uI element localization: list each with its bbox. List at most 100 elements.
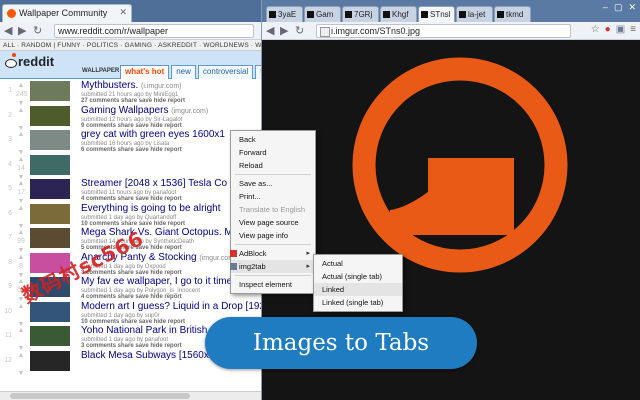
tab-title: Wallpaper Community <box>19 8 108 18</box>
reddit-logo[interactable]: reddit <box>18 54 54 69</box>
post-thumbnail[interactable] <box>30 154 70 175</box>
post-score: 17 <box>17 189 25 196</box>
close-tab-icon[interactable]: ✕ <box>119 7 127 18</box>
post-title[interactable]: Mega Shark Vs. Giant Octopus. Me <box>81 227 238 238</box>
left-toolbar: ◀ ▶ ↻ www.reddit.com/r/wallpaper <box>0 22 261 40</box>
menu-separator <box>235 275 311 276</box>
img2tab-submenu: Actual Actual (single tab) Linked Linked (s… <box>313 254 403 312</box>
minimize-button[interactable]: – <box>603 2 608 13</box>
menu-item[interactable]: img2tab ▸ <box>230 260 315 273</box>
menu-item[interactable]: Save as... <box>231 177 315 190</box>
post-rank: 12 <box>4 356 12 364</box>
subreddit-bar[interactable]: ALL · RANDOM | FUNNY · POLITICS · GAMING… <box>0 40 261 51</box>
menu-item[interactable]: View page source <box>231 216 315 229</box>
post-thumbnail[interactable] <box>30 179 70 199</box>
context-menu: Back Forward Reload Save as... Print... Trans… <box>230 130 316 294</box>
submenu-item[interactable]: Linked (single tab) <box>314 296 402 309</box>
tab-wallpaper-community[interactable]: Wallpaper Community ✕ <box>2 4 132 22</box>
forward-icon[interactable]: ▶ <box>18 24 26 37</box>
reload-icon[interactable]: ↻ <box>295 24 304 37</box>
tab-top[interactable]: top <box>255 65 261 79</box>
post-thumbnail[interactable] <box>30 105 70 126</box>
browser-tab[interactable]: 3yaE <box>266 6 303 22</box>
browser-tab[interactable]: STnsl <box>418 6 455 22</box>
post-thumbnail[interactable] <box>30 130 70 150</box>
close-window-button[interactable]: ✕ <box>628 2 636 13</box>
adblock-icon[interactable]: ● <box>605 24 611 35</box>
menu-item[interactable]: Reload <box>231 159 315 172</box>
reddit-header: reddit WALLPAPER what's hot new controve… <box>0 51 261 79</box>
submenu-item[interactable]: Actual (single tab) <box>314 270 402 283</box>
reload-icon[interactable]: ↻ <box>33 24 42 37</box>
post-rank: 5 <box>8 185 12 192</box>
menu-item[interactable]: Inspect element <box>231 278 315 291</box>
toolbar-icons: ☆ ● ▣ ≡ <box>591 24 636 35</box>
back-icon[interactable]: ◀ <box>266 24 274 37</box>
post-title[interactable]: grey cat with green eyes 1600x1 <box>81 129 225 140</box>
menu-icon[interactable]: ≡ <box>630 24 636 35</box>
menu-item: Translate to English <box>239 205 306 214</box>
vote-arrows[interactable]: ▲ ▼ <box>16 351 26 378</box>
post-rank: 7 <box>8 234 12 241</box>
subreddit-name[interactable]: WALLPAPER <box>82 68 119 74</box>
browser-tab[interactable]: tkmd <box>494 6 531 22</box>
menu-item[interactable]: AdBlock ▸ <box>230 247 315 260</box>
forward-icon[interactable]: ▶ <box>280 24 288 37</box>
menu-item[interactable]: Back <box>231 133 315 146</box>
submenu-item[interactable]: Linked <box>314 283 402 296</box>
post-domain: (i.imgur.com) <box>141 83 182 90</box>
post-thumbnail[interactable] <box>30 350 70 371</box>
post-title[interactable]: Gaming Wallpapers (imgur.com) <box>81 105 208 116</box>
address-bar[interactable]: i.imgur.com/STns0.jpg <box>316 24 571 38</box>
right-toolbar: ◀ ▶ ↻ i.imgur.com/STns0.jpg ☆ ● ▣ ≡ <box>262 22 640 40</box>
address-bar[interactable]: www.reddit.com/r/wallpaper <box>54 24 254 38</box>
menu-separator <box>235 174 311 175</box>
post-rank: 10 <box>4 307 12 315</box>
tab-controversial[interactable]: controversial <box>197 65 254 79</box>
post-thumbnail[interactable] <box>30 326 70 346</box>
reddit-alien-icon[interactable] <box>4 53 18 73</box>
post-rank: 3 <box>8 136 12 143</box>
maximize-button[interactable]: ▢ <box>614 2 623 13</box>
tab-new[interactable]: new <box>171 65 196 79</box>
submenu-arrow-icon: ▸ <box>306 263 310 270</box>
back-icon[interactable]: ◀ <box>4 24 12 37</box>
browser-tab[interactable]: Khgf <box>380 6 417 22</box>
window-controls: – ▢ ✕ <box>603 2 636 13</box>
menu-item[interactable]: View page info <box>231 229 315 242</box>
post-title[interactable]: Everything is going to be alright <box>81 203 221 214</box>
submenu-arrow-icon: ▸ <box>306 250 310 257</box>
menu-item[interactable]: Print... <box>231 190 315 203</box>
post-row: 5 ▲ 17 ▼ Streamer [2048 x 1536] Tesla Co sub… <box>0 177 261 205</box>
feature-banner: Images to Tabs <box>205 317 477 369</box>
tab-hot[interactable]: what's hot <box>120 65 170 79</box>
star-icon[interactable]: ☆ <box>591 24 600 35</box>
post-score: 8 <box>19 262 23 270</box>
post-rank: 1 <box>8 87 12 94</box>
browser-tab[interactable]: 7GRj <box>342 6 379 22</box>
post-title[interactable]: Mythbusters. (i.imgur.com) <box>81 80 181 91</box>
post-score: 99 <box>17 238 25 245</box>
post-rank: 2 <box>8 111 12 119</box>
horizontal-scrollbar[interactable] <box>0 391 261 400</box>
post-rank: 9 <box>8 283 12 290</box>
post-thumbnail[interactable] <box>30 81 70 101</box>
post-rank: 6 <box>8 209 12 217</box>
post-thumbnail[interactable] <box>30 203 70 224</box>
submenu-item[interactable]: Actual <box>314 257 402 270</box>
post-title[interactable]: Modern art I guess? Liquid in a Drop [19… <box>81 301 261 312</box>
menu-item[interactable]: Forward <box>231 146 315 159</box>
extension-icon <box>230 263 237 270</box>
menu-separator <box>235 244 311 245</box>
post-row: 2 ▲ ▼ Gaming Wallpapers (imgur.com) submitte… <box>0 104 261 132</box>
post-rank: 4 <box>8 160 12 168</box>
post-title[interactable]: Streamer [2048 x 1536] Tesla Co <box>81 178 227 189</box>
browser-tab[interactable]: la-jet <box>456 6 493 22</box>
img2tab-icon[interactable]: ▣ <box>616 24 625 35</box>
post-thumbnail[interactable] <box>30 228 70 248</box>
post-row: 4 ▲ 14 ▼ <box>0 153 261 181</box>
post-score: 14 <box>17 164 25 172</box>
left-tab-strip: Wallpaper Community ✕ <box>0 0 261 22</box>
browser-tab[interactable]: Gam <box>304 6 341 22</box>
right-tab-strip: 3yaE Gam 7GRj Khgf STnsl la-jet tkmd – ▢ ✕ <box>262 0 640 22</box>
